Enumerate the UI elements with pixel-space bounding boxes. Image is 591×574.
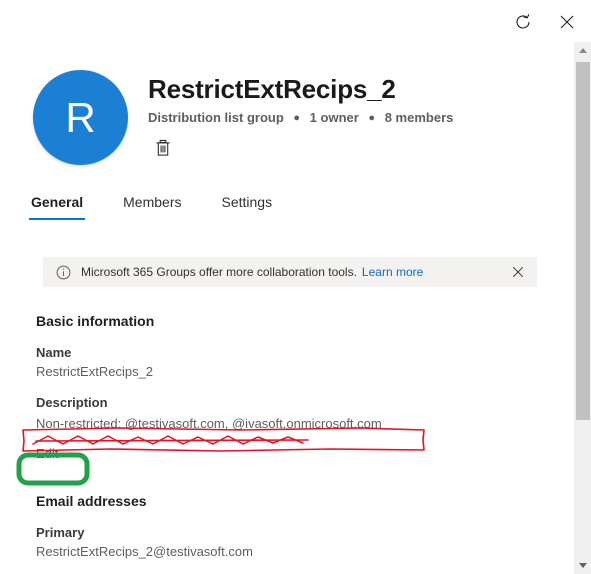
bullet-separator: ● — [293, 112, 301, 124]
scrollbar-thumb[interactable] — [576, 62, 590, 420]
refresh-icon[interactable] — [507, 6, 539, 38]
page-title: RestrictExtRecips_2 — [148, 74, 396, 104]
message-bar-message: Microsoft 365 Groups offer more collabor… — [81, 265, 357, 279]
message-bar-close-icon[interactable] — [509, 263, 527, 281]
group-header-text: RestrictExtRecips_2 Distribution list gr… — [148, 72, 453, 125]
tab-general-label: General — [31, 194, 84, 210]
group-subtitle: Distribution list group ● 1 owner ● 8 me… — [148, 110, 453, 125]
edit-basic-information-row: Edit — [36, 443, 537, 467]
tab-members-label: Members — [123, 194, 182, 210]
basic-information-section: Basic information Name RestrictExtRecips… — [36, 313, 537, 467]
group-header: R RestrictExtRecips_2 Distribution list … — [0, 42, 573, 190]
info-icon — [55, 264, 71, 280]
tab-settings[interactable]: Settings — [220, 190, 275, 220]
window-command-bar — [0, 0, 591, 42]
description-label: Description — [36, 395, 108, 410]
learn-more-link[interactable]: Learn more — [362, 265, 423, 279]
close-icon[interactable] — [551, 6, 583, 38]
email-addresses-heading: Email addresses — [36, 493, 147, 509]
message-bar-text: Microsoft 365 Groups offer more collabor… — [81, 265, 509, 279]
email-addresses-section: Email addresses Primary RestrictExtRecip… — [36, 493, 537, 559]
group-details-panel: R RestrictExtRecips_2 Distribution list … — [0, 42, 573, 574]
delete-group-button[interactable] — [148, 134, 178, 162]
edit-basic-information-link[interactable]: Edit — [36, 446, 58, 461]
avatar: R — [33, 70, 128, 165]
tab-general[interactable]: General — [29, 190, 86, 220]
description-field: Non-restricted: @testivasoft.com, @ivaso… — [36, 414, 537, 434]
scroll-up-arrow[interactable] — [575, 42, 591, 59]
vertical-scrollbar[interactable] — [574, 42, 591, 574]
group-header-actions — [148, 134, 178, 162]
name-value: RestrictExtRecips_2 — [36, 364, 154, 379]
group-type: Distribution list group — [148, 110, 284, 125]
avatar-initial: R — [65, 93, 96, 141]
owner-count: 1 owner — [309, 110, 359, 125]
name-label: Name — [36, 345, 72, 360]
primary-email-label: Primary — [36, 525, 85, 540]
tab-members[interactable]: Members — [121, 190, 183, 220]
scroll-down-arrow[interactable] — [575, 557, 591, 574]
member-count: 8 members — [384, 110, 454, 125]
bullet-separator: ● — [368, 112, 376, 124]
tab-bar: General Members Settings — [29, 190, 573, 230]
primary-email-value: RestrictExtRecips_2@testivasoft.com — [36, 544, 253, 559]
message-bar: Microsoft 365 Groups offer more collabor… — [43, 257, 537, 287]
description-value: Non-restricted: @testivasoft.com, @ivaso… — [36, 416, 382, 431]
tab-settings-label: Settings — [221, 194, 273, 210]
basic-information-heading: Basic information — [36, 313, 155, 329]
